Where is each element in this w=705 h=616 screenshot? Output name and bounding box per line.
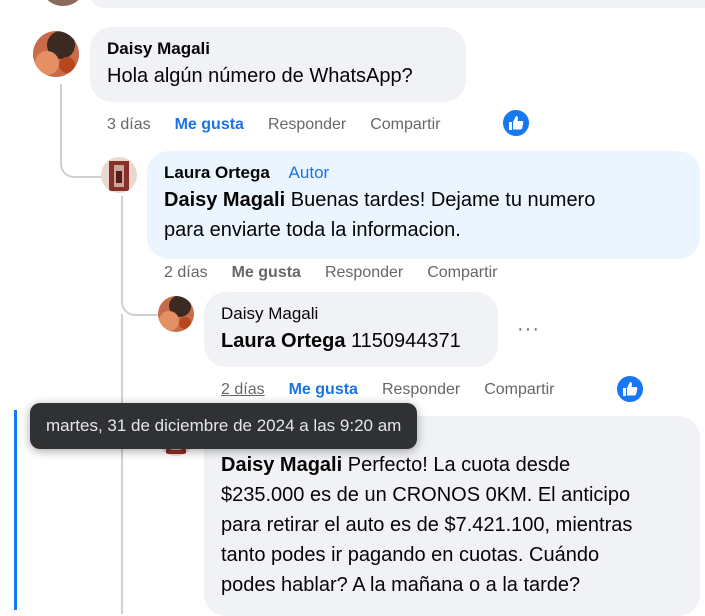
- like-thumb-icon: [509, 116, 524, 130]
- comment-actions: 2 días Me gusta Responder Compartir: [164, 264, 497, 282]
- comment-text: Daisy Magali Perfecto! La cuota desde $2…: [221, 454, 633, 596]
- share-button[interactable]: Compartir: [484, 381, 554, 399]
- like-button[interactable]: Me gusta: [175, 116, 244, 134]
- comment-text: Laura Ortega 1150944371: [221, 330, 461, 352]
- reply-button[interactable]: Responder: [382, 381, 460, 399]
- comment-actions: 2 días Me gusta Responder Compartir: [221, 381, 554, 399]
- comment-author[interactable]: Daisy Magali: [221, 304, 481, 324]
- author-badge: Autor: [288, 163, 330, 182]
- like-reaction-badge[interactable]: [501, 108, 531, 138]
- comment-bubble: Daisy Magali Hola algún número de WhatsA…: [90, 27, 466, 102]
- comment-timestamp[interactable]: 2 días: [221, 381, 265, 399]
- avatar[interactable]: [158, 296, 194, 332]
- share-button[interactable]: Compartir: [427, 264, 497, 282]
- like-thumb-icon: [623, 382, 638, 396]
- comment-actions: 3 días Me gusta Responder Compartir: [107, 116, 440, 134]
- like-button[interactable]: Me gusta: [232, 264, 301, 282]
- timestamp-tooltip: martes, 31 de diciembre de 2024 a las 9:…: [30, 403, 418, 449]
- previous-comment-bubble: [90, 0, 705, 8]
- like-button[interactable]: Me gusta: [289, 381, 358, 399]
- comment-author[interactable]: Daisy Magali: [107, 39, 449, 59]
- comment-timestamp[interactable]: 3 días: [107, 116, 151, 134]
- thread-line: [60, 84, 104, 178]
- comment-bubble-highlighted: Laura Ortega Autor Daisy Magali Buenas t…: [147, 151, 700, 259]
- reply-button[interactable]: Responder: [325, 264, 403, 282]
- avatar[interactable]: [40, 0, 86, 6]
- like-reaction-badge[interactable]: [615, 374, 645, 404]
- comment-text: Hola algún número de WhatsApp?: [107, 65, 413, 87]
- comment-timestamp[interactable]: 2 días: [164, 264, 208, 282]
- share-button[interactable]: Compartir: [370, 116, 440, 134]
- mention-link[interactable]: Daisy Magali: [164, 189, 285, 211]
- more-options-icon[interactable]: ···: [517, 318, 540, 341]
- comment-bubble: Daisy Magali Laura Ortega 1150944371: [204, 292, 498, 367]
- mention-link[interactable]: Laura Ortega: [221, 330, 345, 352]
- reply-button[interactable]: Responder: [268, 116, 346, 134]
- avatar[interactable]: [101, 157, 137, 193]
- comment-text: Daisy Magali Buenas tardes! Dejame tu nu…: [164, 189, 596, 241]
- avatar[interactable]: [33, 31, 79, 77]
- thread-line: [121, 314, 123, 614]
- comment-author[interactable]: Laura Ortega: [164, 163, 270, 182]
- highlight-bar: [14, 410, 17, 610]
- mention-link[interactable]: Daisy Magali: [221, 454, 342, 476]
